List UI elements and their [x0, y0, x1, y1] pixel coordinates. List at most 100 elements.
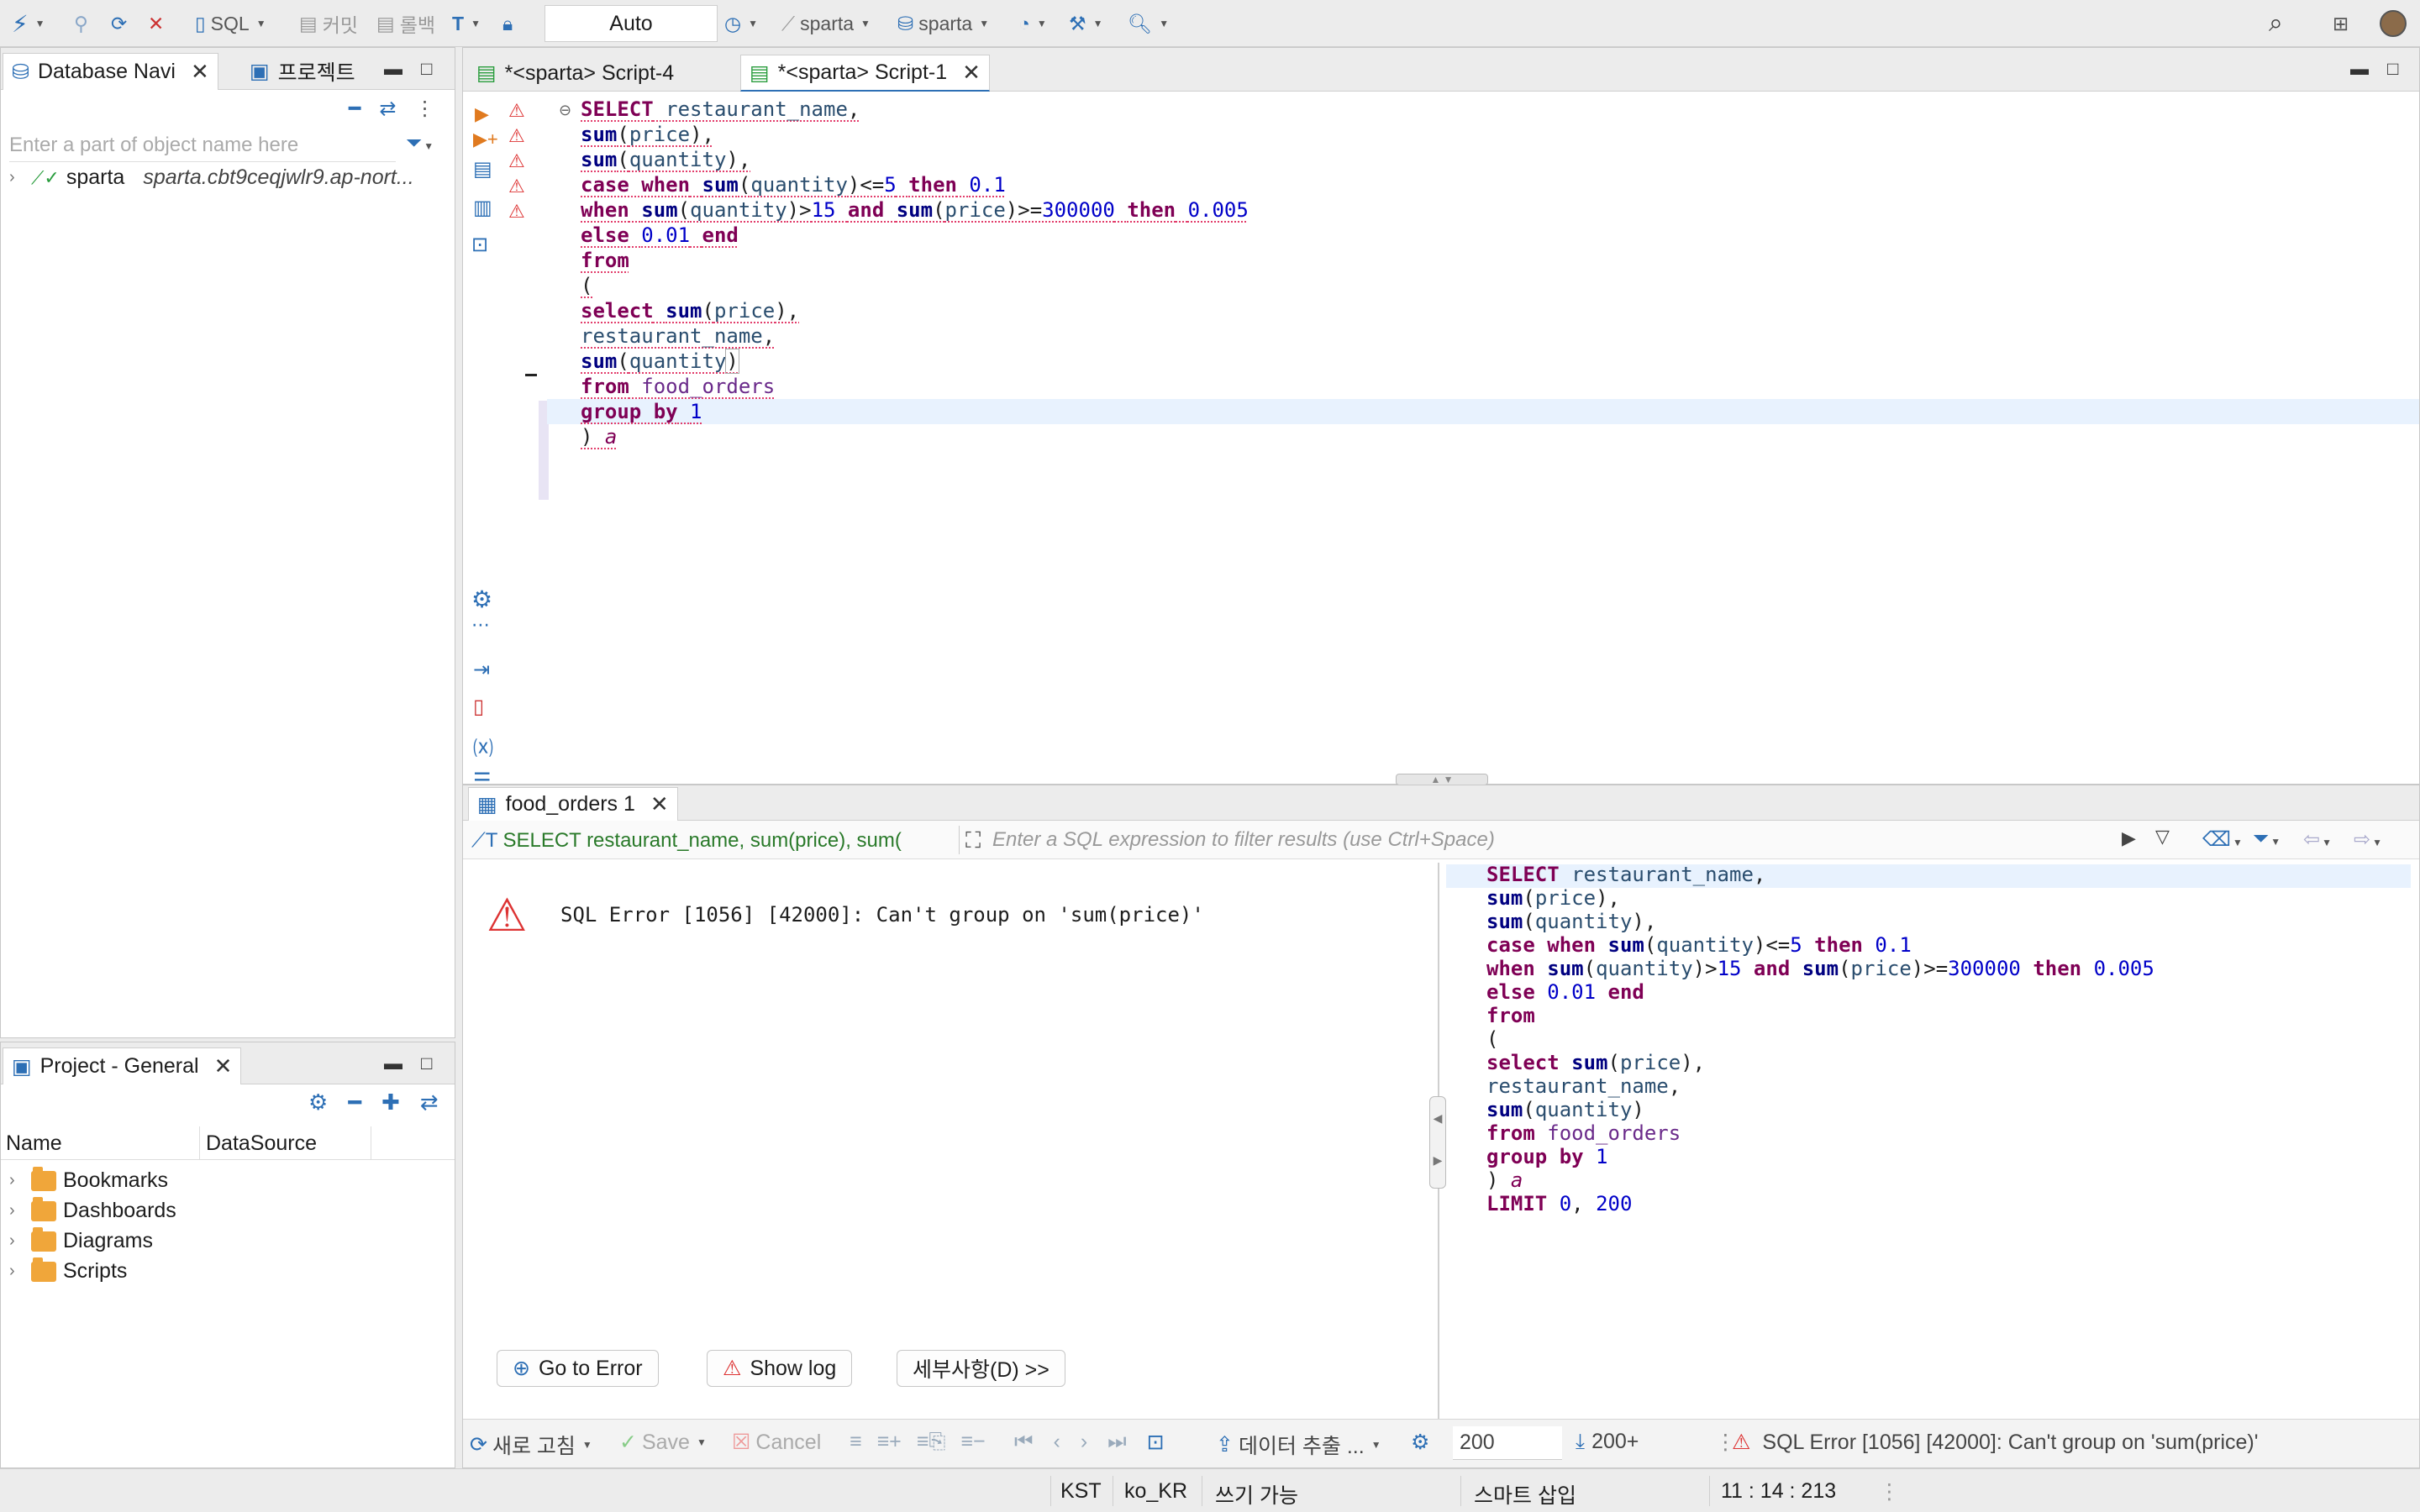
- chevron-right-icon[interactable]: ›: [9, 1201, 24, 1221]
- rollback-button[interactable]: ▤ 롤백: [376, 7, 435, 40]
- tools-button[interactable]: ⚒ ▼: [1069, 7, 1103, 40]
- edit-row-icon[interactable]: ≡: [850, 1430, 862, 1454]
- filter-history-icon[interactable]: ▽: [2155, 826, 2170, 848]
- column-datasource[interactable]: DataSource: [206, 1131, 317, 1156]
- prev-page-icon[interactable]: ‹: [1054, 1430, 1060, 1455]
- show-log-button[interactable]: ⚠ Show log: [707, 1350, 853, 1387]
- sash-toggle[interactable]: ▲ ▼: [1396, 774, 1488, 785]
- tree-item-diagrams[interactable]: › Diagrams: [9, 1226, 153, 1253]
- maximize-icon[interactable]: □: [2387, 58, 2398, 80]
- add-icon[interactable]: ✚: [381, 1089, 400, 1116]
- connection-sparta[interactable]: › ⟋✓ sparta sparta.cbt9ceqjwlr9.ap-nort.…: [9, 165, 414, 190]
- explain-plan-icon[interactable]: ▥: [473, 196, 492, 220]
- maximize-icon[interactable]: □: [421, 58, 432, 80]
- chevron-right-icon[interactable]: ›: [9, 168, 24, 187]
- transaction-mode-button[interactable]: T ▼: [452, 7, 481, 40]
- tab-project-general[interactable]: ▣ Project - General ✕: [3, 1047, 242, 1084]
- execute-statement-icon[interactable]: ▶: [475, 103, 489, 125]
- maximize-icon[interactable]: □: [421, 1053, 432, 1074]
- go-to-error-button[interactable]: ⊕ Go to Error: [497, 1350, 659, 1387]
- tab-database-navigator[interactable]: ⛁ Database Navi ✕: [3, 53, 218, 90]
- minimize-icon[interactable]: ▬: [384, 1053, 402, 1074]
- column-name[interactable]: Name: [6, 1131, 62, 1156]
- dashboard-button[interactable]: ◔ ▼: [1018, 7, 1047, 40]
- chevron-right-icon[interactable]: ›: [9, 1171, 24, 1190]
- new-connection-button[interactable]: ⚡ ▼: [12, 7, 45, 40]
- eraser-icon[interactable]: ⌫ ▼: [2202, 827, 2243, 852]
- save-button[interactable]: ✓ Save ▼: [619, 1430, 707, 1455]
- tree-item-dashboards[interactable]: › Dashboards: [9, 1196, 176, 1223]
- back-icon[interactable]: ⇦ ▼: [2303, 827, 2332, 852]
- expand-icon[interactable]: ⛶: [965, 827, 981, 854]
- row-count-button[interactable]: ⤓ 200+: [1576, 1430, 1639, 1454]
- search-toolbar-button[interactable]: 🔍︎ ▼: [1128, 7, 1169, 40]
- fetch-size-input[interactable]: 200: [1453, 1426, 1562, 1460]
- terminal-icon[interactable]: ⊡: [471, 233, 488, 257]
- last-page-icon[interactable]: ⏭: [1107, 1430, 1127, 1455]
- variables-icon[interactable]: ⒳: [473, 732, 493, 761]
- commit-button[interactable]: ▤ 커밋: [299, 7, 358, 40]
- execute-in-new-tab-icon[interactable]: ▶+: [473, 129, 498, 150]
- reconnect-button[interactable]: ⟳: [111, 7, 127, 40]
- lock-button[interactable]: 🔒︎: [502, 7, 513, 40]
- close-icon[interactable]: ✕: [191, 59, 209, 85]
- disconnect-button[interactable]: ✕: [148, 7, 164, 40]
- status-more-icon[interactable]: ⋮: [1879, 1479, 1900, 1504]
- sql-editor-button[interactable]: ▯ SQL ▼: [195, 7, 266, 40]
- object-filter-input[interactable]: Enter a part of object name here: [9, 129, 396, 162]
- transaction-mode-field[interactable]: Auto: [544, 5, 718, 42]
- perspective-button[interactable]: ⊞: [2333, 7, 2349, 40]
- history-button[interactable]: ◷ ▼: [724, 7, 758, 40]
- link-editor-icon[interactable]: ⇄: [379, 97, 396, 121]
- first-page-icon[interactable]: ⏮: [1014, 1430, 1034, 1455]
- status-error[interactable]: ⚠ SQL Error [1056] [42000]: Can't group …: [1715, 1430, 2259, 1455]
- execute-script-icon[interactable]: ▤: [473, 157, 492, 181]
- funnel-icon[interactable]: ⏷ ▼: [2253, 827, 2281, 851]
- export-data-button[interactable]: ⇪ 데이터 추출 ... ▼: [1216, 1430, 1381, 1460]
- delete-row-icon[interactable]: ≡−: [960, 1430, 985, 1454]
- warning-icon[interactable]: ⚠: [508, 125, 525, 147]
- tab-project[interactable]: ▣ 프로젝트: [241, 53, 364, 90]
- chevron-right-icon[interactable]: ›: [9, 1262, 24, 1281]
- fetch-all-icon[interactable]: ⊡: [1147, 1430, 1165, 1455]
- refresh-button[interactable]: ⟳ 새로 고침 ▼: [470, 1430, 592, 1460]
- minimize-icon[interactable]: ▬: [384, 58, 402, 80]
- close-icon[interactable]: ✕: [214, 1053, 233, 1079]
- add-row-icon[interactable]: ≡+: [877, 1430, 902, 1454]
- global-search-button[interactable]: ⌕: [2269, 7, 2283, 40]
- apply-filter-icon[interactable]: ▶: [2122, 827, 2136, 849]
- export-icon[interactable]: ⇥: [473, 658, 490, 682]
- close-icon[interactable]: ✕: [962, 60, 981, 86]
- forward-icon[interactable]: ⇨ ▼: [2354, 827, 2382, 852]
- tab-script-4[interactable]: ▤ *<sparta> Script-4: [468, 55, 682, 92]
- warning-icon[interactable]: ⚠: [508, 100, 525, 122]
- warning-icon[interactable]: ⚠: [508, 176, 525, 197]
- chevron-right-icon[interactable]: ›: [9, 1231, 24, 1251]
- collapse-icon[interactable]: ━: [348, 1089, 361, 1116]
- tree-item-scripts[interactable]: › Scripts: [9, 1257, 127, 1284]
- dots-icon[interactable]: ⋯: [471, 614, 490, 636]
- more-menu-icon[interactable]: ⋮: [415, 97, 435, 121]
- copy-row-icon[interactable]: ≡⎘: [917, 1430, 946, 1454]
- file-error-icon[interactable]: ▯: [473, 695, 484, 719]
- datasource-selector[interactable]: ⟋ sparta ▼: [781, 7, 871, 40]
- gear-icon[interactable]: ⚙: [471, 585, 492, 613]
- collapse-all-icon[interactable]: ━: [349, 97, 360, 121]
- fold-collapse-icon[interactable]: ⊖: [559, 102, 571, 119]
- warning-icon[interactable]: ⚠: [508, 201, 525, 223]
- schema-selector[interactable]: ⛁ sparta ▼: [897, 7, 989, 40]
- next-page-icon[interactable]: ›: [1081, 1430, 1087, 1455]
- gear-icon[interactable]: ⚙: [308, 1089, 328, 1116]
- query-text-button[interactable]: ⟋T SELECT restaurant_name, sum(price), s…: [471, 829, 954, 853]
- details-button[interactable]: 세부사항(D) >>: [897, 1350, 1065, 1387]
- connect-button[interactable]: ⚲: [74, 7, 88, 40]
- link-icon[interactable]: ⇄: [420, 1089, 439, 1116]
- tab-script-1[interactable]: ▤ *<sparta> Script-1 ✕: [740, 55, 990, 92]
- warning-icon[interactable]: ⚠: [508, 150, 525, 172]
- minimize-icon[interactable]: ▬: [2350, 58, 2369, 80]
- close-icon[interactable]: ✕: [650, 791, 669, 817]
- cancel-button[interactable]: ☒ Cancel: [732, 1430, 821, 1455]
- filter-options-button[interactable]: ⏷ ▼: [406, 132, 434, 155]
- tab-food-orders-1[interactable]: ▦ food_orders 1 ✕: [468, 787, 678, 821]
- gear-icon[interactable]: ⚙: [1411, 1430, 1429, 1455]
